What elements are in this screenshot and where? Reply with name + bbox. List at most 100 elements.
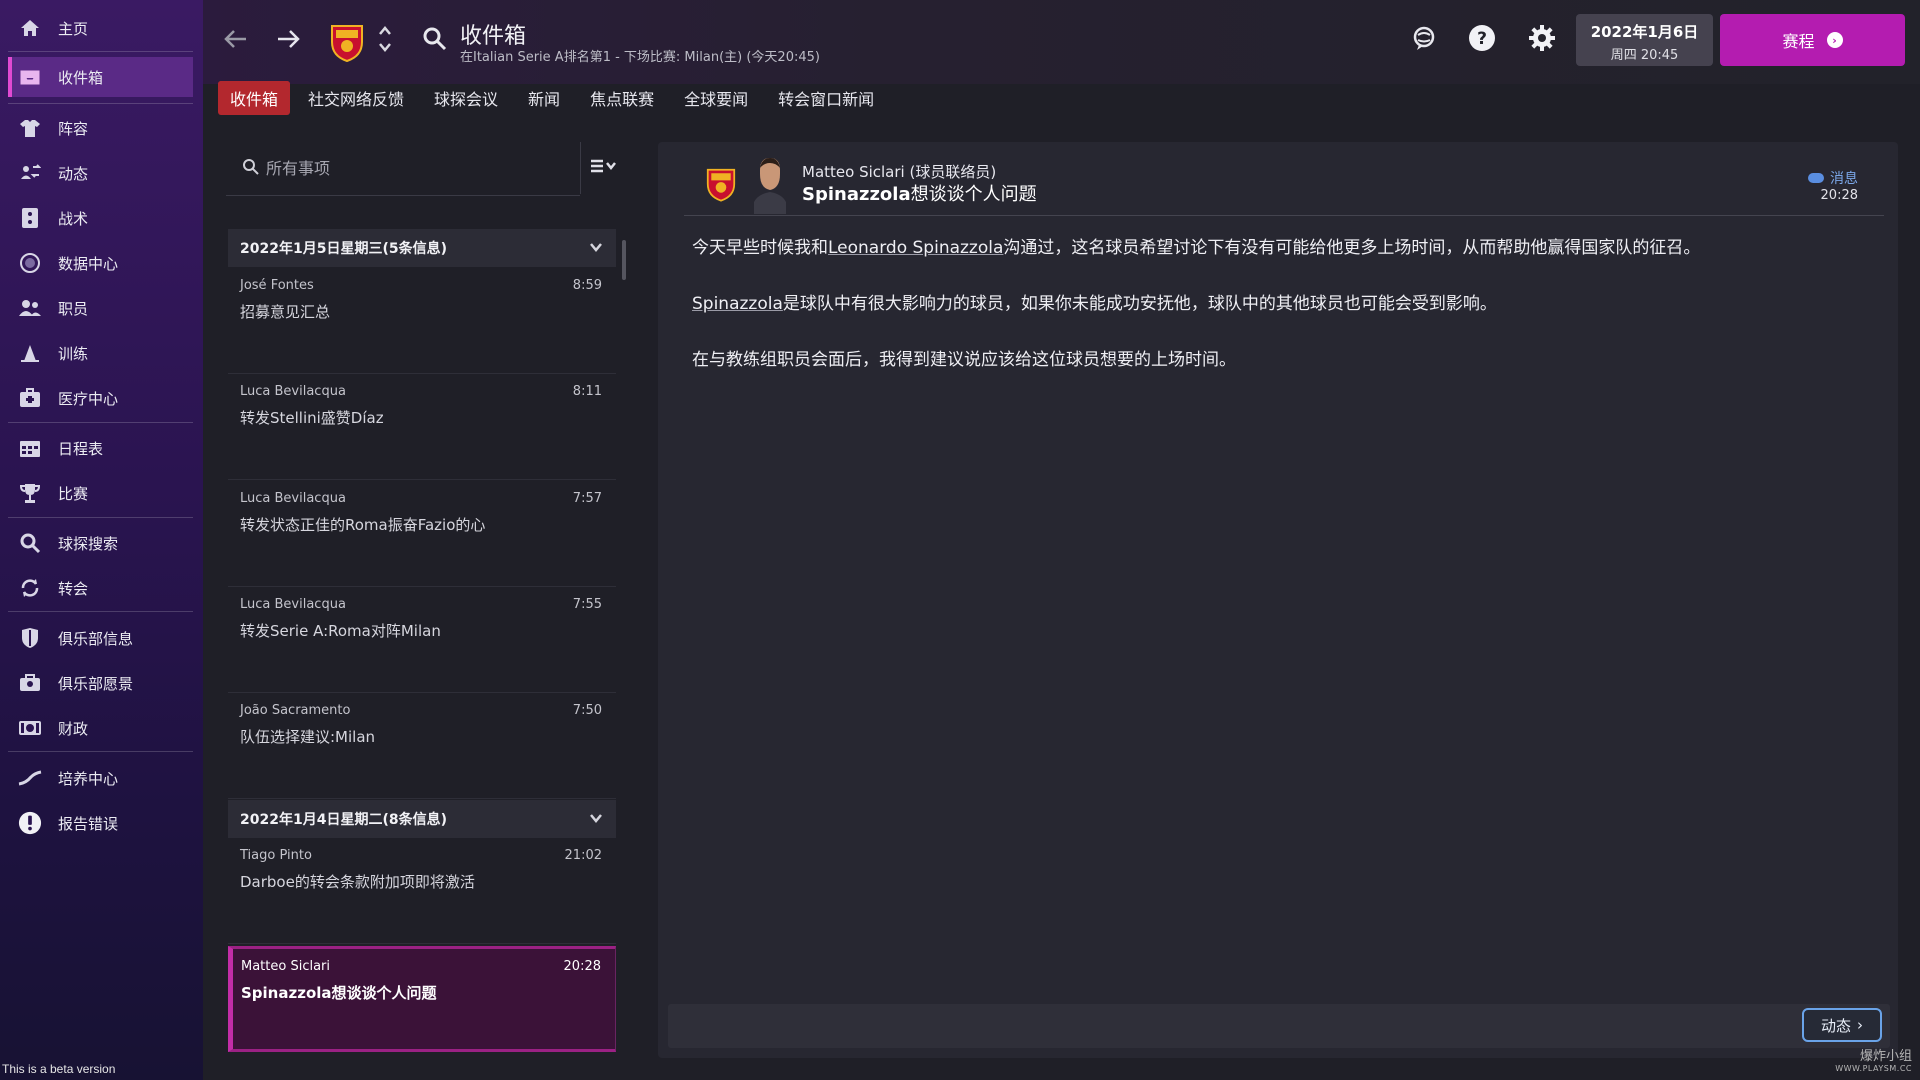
sidebar-item-label: 收件箱 <box>58 68 104 87</box>
search-button[interactable] <box>418 24 452 58</box>
message-subject: 队伍选择建议:Milan <box>240 728 376 746</box>
message-subject: 转发状态正佳的Roma振奋Fazio的心 <box>240 516 486 534</box>
alert-icon <box>18 811 42 835</box>
tab-scouting-meeting[interactable]: 球探会议 <box>422 81 510 115</box>
search-input[interactable] <box>266 154 546 182</box>
list-scrollbar[interactable] <box>622 240 626 280</box>
inbox-search <box>226 142 580 196</box>
chevron-down-icon <box>588 239 604 259</box>
tab-world-news[interactable]: 全球要闻 <box>672 81 760 115</box>
game-date[interactable]: 2022年1月6日 周四 20:45 <box>1576 14 1713 66</box>
player-link[interactable]: Spinazzola <box>802 184 911 205</box>
sidebar-item-label: 俱乐部信息 <box>58 629 134 648</box>
transfer-icon <box>18 576 42 600</box>
message-body: 今天早些时候我和Leonardo Spinazzola沟通过，这名球员希望讨论下… <box>692 237 1872 405</box>
sort-menu-button[interactable] <box>580 142 626 194</box>
sidebar-item-label: 报告错误 <box>58 814 119 833</box>
club-switch-button[interactable] <box>374 24 396 58</box>
text-span: 是球队中有很大影响力的球员，如果你未能成功安抚他，球队中的其他球员也可能会受到影… <box>782 294 1497 314</box>
message-type-badge: 消息 <box>1808 168 1858 188</box>
sidebar-item-competitions[interactable]: 比赛 <box>8 473 193 513</box>
tab-focus-leagues[interactable]: 焦点联赛 <box>578 81 666 115</box>
globe-chat-icon <box>1411 25 1437 55</box>
tab-inbox[interactable]: 收件箱 <box>218 81 291 115</box>
message-sender: José Fontes <box>240 278 314 293</box>
date-group-header[interactable]: 2022年1月5日星期三(5条信息) <box>228 229 616 267</box>
sidebar-item-medical[interactable]: 医疗中心 <box>8 378 193 418</box>
back-button[interactable] <box>218 24 252 58</box>
sidebar-item-development[interactable]: 培养中心 <box>8 758 193 798</box>
sidebar-item-transfers[interactable]: 转会 <box>8 568 193 608</box>
sidebar-item-staff[interactable]: 职员 <box>8 288 193 328</box>
group-title: 2022年1月5日星期三(5条信息) <box>240 241 447 257</box>
help-button[interactable]: ? <box>1464 22 1500 58</box>
club-crest-icon <box>706 164 736 202</box>
sidebar-item-club-info[interactable]: 俱乐部信息 <box>8 618 193 658</box>
sidebar-item-home[interactable]: 主页 <box>8 8 193 48</box>
sidebar-item-scouting[interactable]: 球探搜索 <box>8 523 193 563</box>
list-item[interactable]: Luca Bevilacqua 8:11 转发Stellini盛赞Díaz <box>228 374 616 480</box>
message-title: Spinazzola想谈谈个人问题 <box>802 180 1037 206</box>
development-icon <box>18 766 42 790</box>
body-paragraph: Spinazzola是球队中有很大影响力的球员，如果你未能成功安抚他，球队中的其… <box>692 293 1872 315</box>
list-item[interactable]: José Fontes 8:59 招募意见汇总 <box>228 268 616 374</box>
chevron-updown-icon <box>378 24 392 58</box>
tab-social-feedback[interactable]: 社交网络反馈 <box>296 81 416 115</box>
forward-button[interactable] <box>272 24 306 58</box>
list-item[interactable]: Luca Bevilacqua 7:55 转发Serie A:Roma对阵Mil… <box>228 587 616 693</box>
sidebar-item-label: 培养中心 <box>58 769 119 788</box>
dynamics-button[interactable]: 动态 › <box>1802 1008 1882 1042</box>
sidebar-item-tactics[interactable]: 战术 <box>8 198 193 238</box>
home-icon <box>18 16 42 40</box>
scouting-icon <box>18 531 42 555</box>
message-sender: Luca Bevilacqua <box>240 597 346 612</box>
tab-news[interactable]: 新闻 <box>516 81 572 115</box>
sidebar-item-label: 转会 <box>58 579 89 598</box>
sidebar-item-label: 球探搜索 <box>58 534 119 553</box>
training-icon <box>18 341 42 365</box>
list-item[interactable]: João Sacramento 7:50 队伍选择建议:Milan <box>228 693 616 799</box>
sidebar-item-inbox[interactable]: 收件箱 <box>8 57 193 97</box>
player-link[interactable]: Spinazzola <box>692 294 783 314</box>
sidebar-item-squad[interactable]: 阵容 <box>8 108 193 148</box>
sidebar-item-label: 职员 <box>58 299 89 318</box>
player-link[interactable]: Leonardo Spinazzola <box>828 238 1003 258</box>
message-subject: 转发Serie A:Roma对阵Milan <box>240 622 441 640</box>
body-paragraph: 今天早些时候我和Leonardo Spinazzola沟通过，这名球员希望讨论下… <box>692 237 1872 259</box>
settings-button[interactable] <box>1524 22 1560 58</box>
dynamics-icon <box>18 161 42 185</box>
message-sender[interactable]: Matteo Siclari (球员联络员) <box>802 161 996 182</box>
list-item[interactable]: Luca Bevilacqua 7:57 转发状态正佳的Roma振奋Fazio的… <box>228 481 616 587</box>
eye-icon <box>1808 173 1824 183</box>
sidebar-item-finances[interactable]: 财政 <box>8 708 193 748</box>
body-paragraph: 在与教练组职员会面后，我得到建议说应该给这位球员想要的上场时间。 <box>692 350 1236 370</box>
sidebar-item-dynamics[interactable]: 动态 <box>8 153 193 193</box>
message-subject: Darboe的转会条款附加项即将激活 <box>240 873 475 891</box>
divider <box>8 611 193 612</box>
avatar[interactable] <box>752 156 788 214</box>
sidebar-item-data-hub[interactable]: 数据中心 <box>8 243 193 283</box>
message-sender: Luca Bevilacqua <box>240 491 346 506</box>
date-group-header[interactable]: 2022年1月4日星期二(8条信息) <box>228 800 616 838</box>
page-subtitle: 在Italian Serie A排名第1 - 下场比赛: Milan(主) (今… <box>460 50 820 65</box>
sidebar: 主页 收件箱 阵容 动态 战术 数据中心 职员 训练 医疗中心 日程表 比赛 球… <box>0 0 203 1080</box>
sidebar-item-report-bug[interactable]: 报告错误 <box>8 803 193 843</box>
tab-bar-overlay: 收件箱 社交网络反馈 球探会议 新闻 焦点联赛 全球要闻 转会窗口新闻 <box>218 81 892 115</box>
chevron-right-icon: › <box>1857 1016 1863 1034</box>
sidebar-item-club-vision[interactable]: 俱乐部愿景 <box>8 663 193 703</box>
beta-notice: This is a beta version <box>2 1062 116 1076</box>
sidebar-item-training[interactable]: 训练 <box>8 333 193 373</box>
continue-button[interactable]: 赛程 › <box>1720 14 1905 66</box>
list-item-selected[interactable]: Matteo Siclari 20:28 Spinazzola想谈谈个人问题 <box>228 946 616 1052</box>
sidebar-item-schedule[interactable]: 日程表 <box>8 428 193 468</box>
list-item[interactable]: Tiago Pinto 21:02 Darboe的转会条款附加项即将激活 <box>228 838 616 944</box>
watermark-logo: 爆炸小组 WWW.PLAYSM.CC <box>1800 1045 1912 1075</box>
sidebar-item-label: 日程表 <box>58 439 104 458</box>
club-crest-button[interactable] <box>330 20 364 63</box>
gear-icon <box>1528 24 1556 56</box>
tab-transfer-window-news[interactable]: 转会窗口新闻 <box>766 81 886 115</box>
message-time: 20:28 <box>563 959 601 974</box>
social-button[interactable] <box>1406 22 1442 58</box>
sidebar-item-label: 阵容 <box>58 119 89 138</box>
finance-icon <box>18 716 42 740</box>
